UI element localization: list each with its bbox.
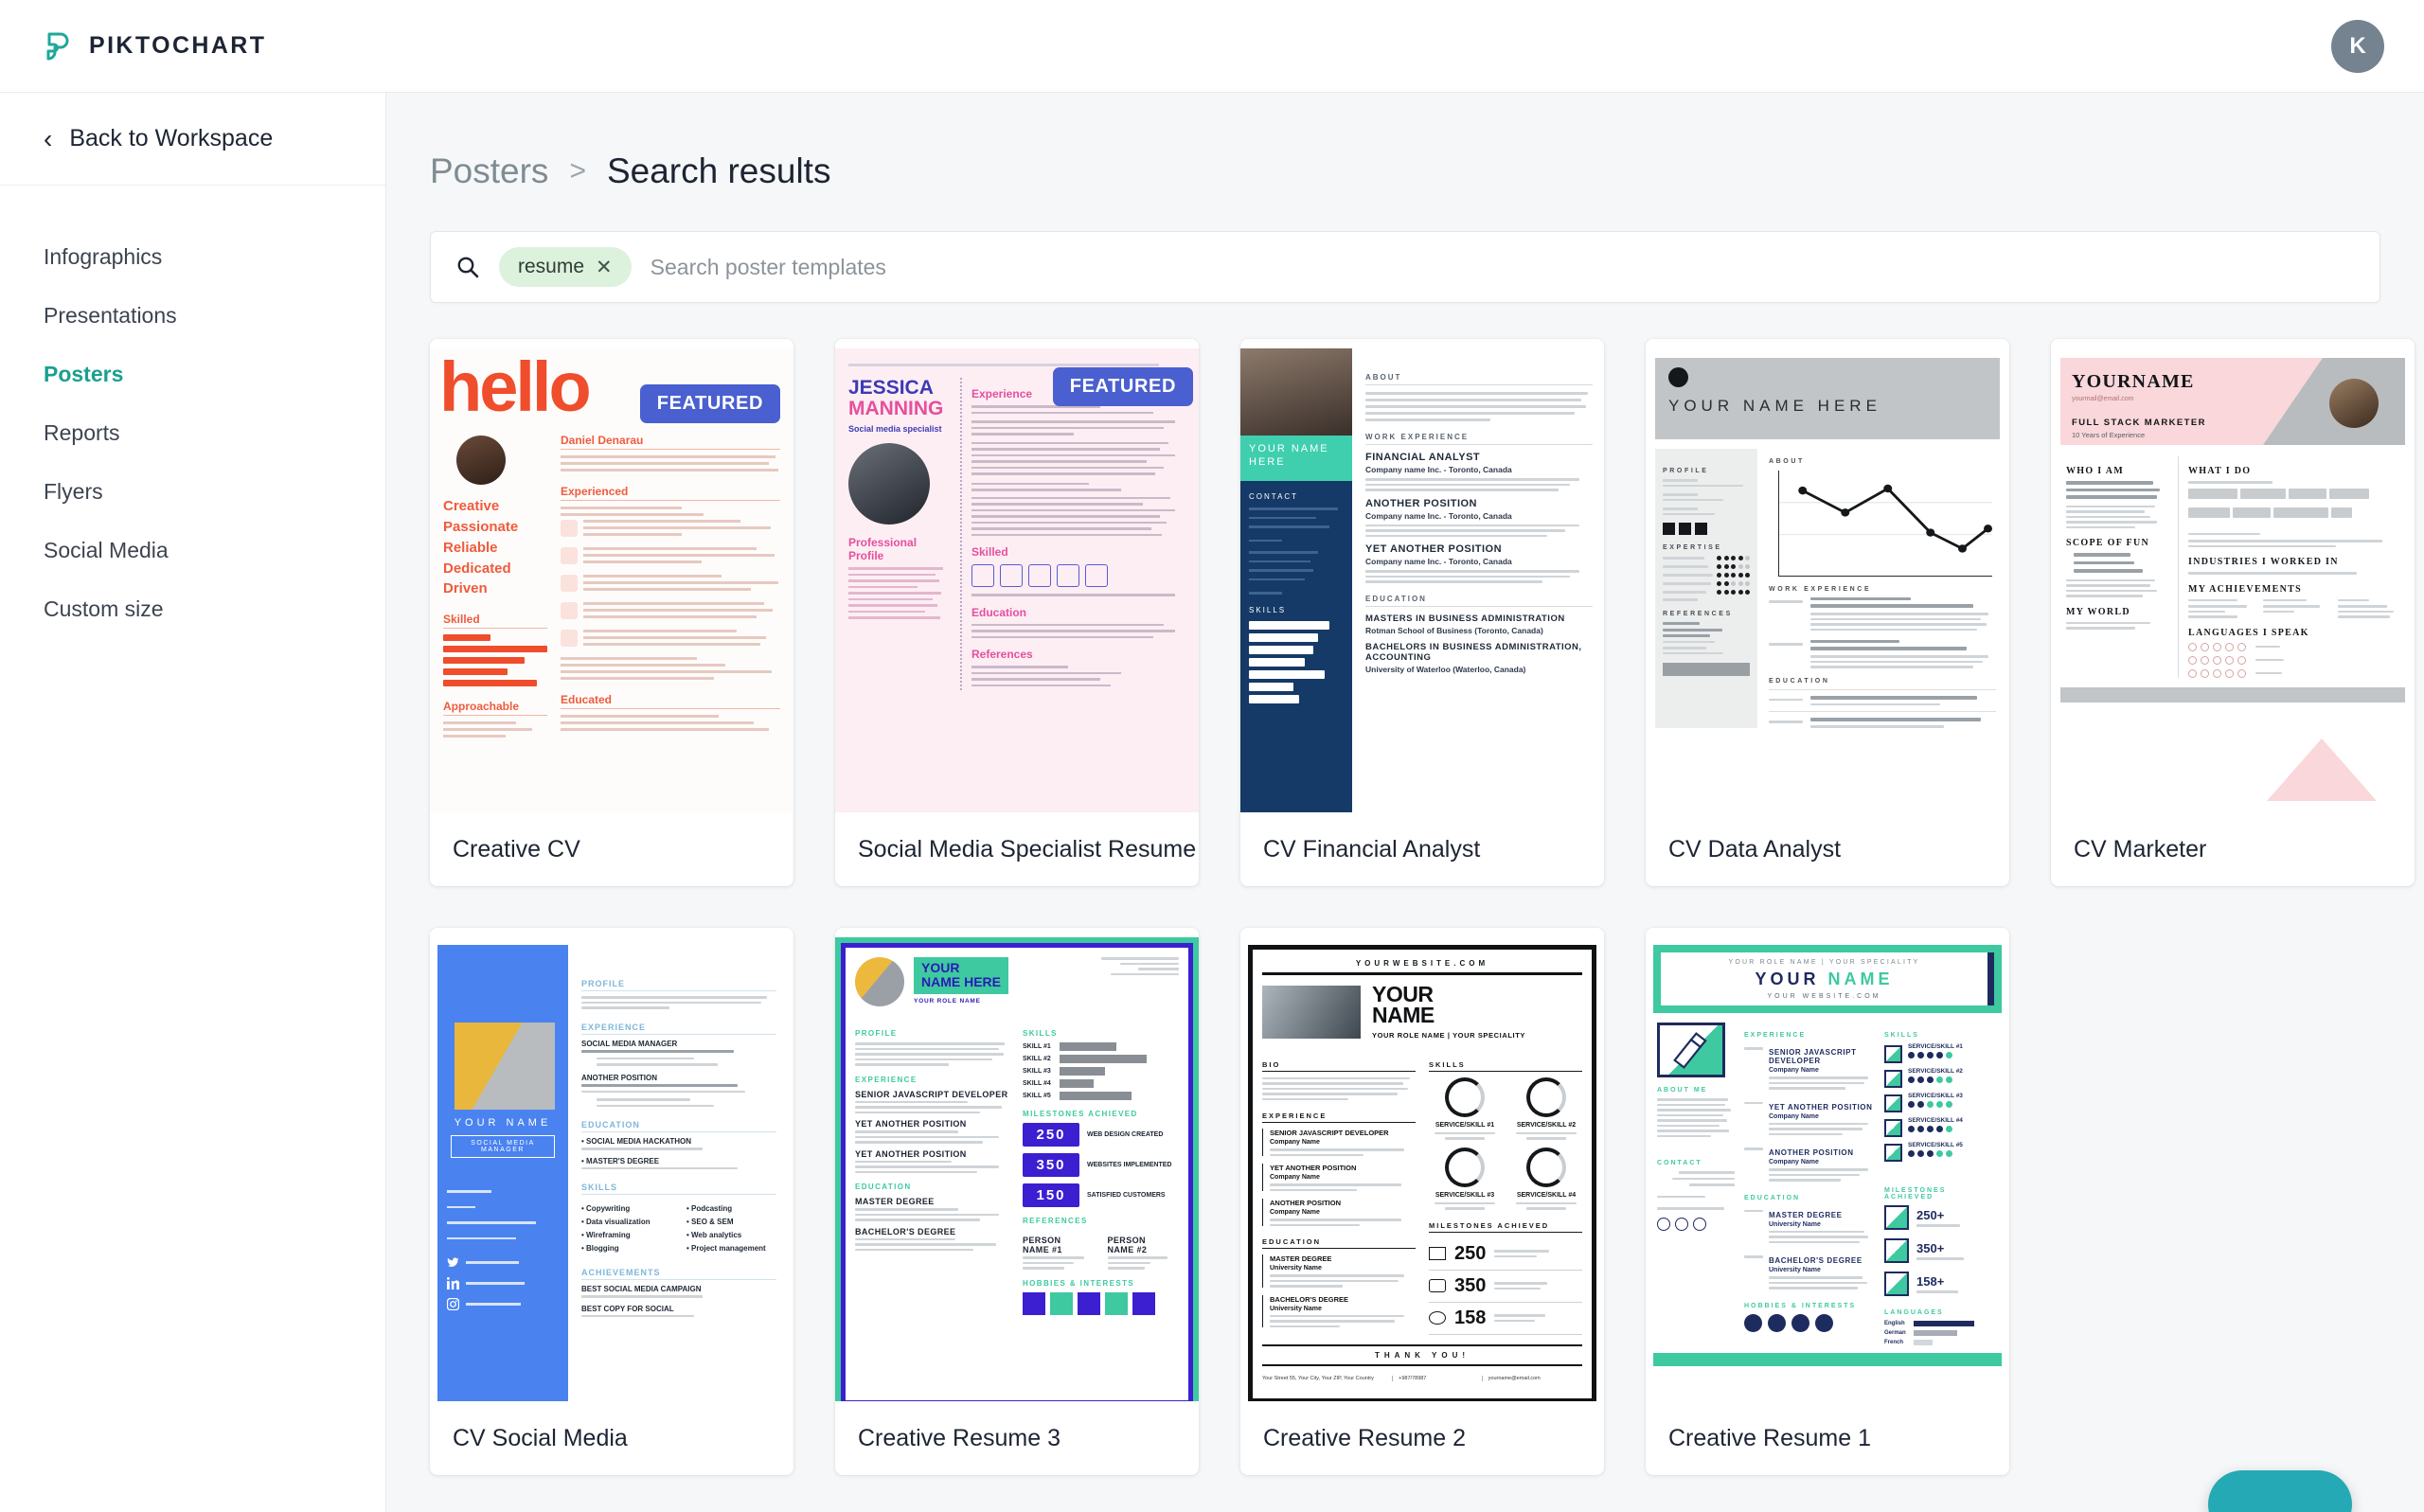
sidebar-item-posters[interactable]: Posters	[0, 345, 385, 403]
sidebar-item-label: Infographics	[44, 243, 163, 269]
template-card[interactable]: YOUR NAME HERE CONTACT SKILLS ABOUT WORK…	[1240, 339, 1604, 886]
featured-badge: FEATURED	[639, 384, 780, 423]
close-icon[interactable]: ✕	[596, 258, 613, 277]
sidebar-item-reports[interactable]: Reports	[0, 403, 385, 462]
chip-label: resume	[518, 256, 585, 277]
template-art-creative-resume-1: YOUR ROLE NAME | YOUR SPECIALITY YOUR NA…	[1646, 937, 2009, 1401]
template-thumbnail: FEATURED JESSICA MANNING Social media spe…	[835, 339, 1199, 812]
sidebar-item-label: Reports	[44, 419, 120, 445]
template-art-cv-marketer: YOURNAME yourmail@email.com FULL STACK M…	[2051, 348, 2415, 812]
template-card[interactable]: YOUR NAME SOCIAL MEDIA MANAGER PROFILE E…	[430, 928, 793, 1475]
template-thumbnail: YOUR NAME SOCIAL MEDIA MANAGER PROFILE E…	[430, 928, 793, 1401]
sidebar-item-label: Presentations	[44, 302, 177, 328]
sidebar-item-flyers[interactable]: Flyers	[0, 462, 385, 521]
template-title: CV Data Analyst	[1668, 835, 1842, 863]
template-title: Creative CV	[453, 835, 580, 863]
back-to-workspace-label: Back to Workspace	[69, 125, 274, 151]
template-title: CV Financial Analyst	[1263, 835, 1481, 863]
template-title: CV Social Media	[453, 1424, 628, 1451]
template-card[interactable]: YOURNAME yourmail@email.com FULL STACK M…	[2051, 339, 2415, 886]
template-thumbnail: YOUR NAME HERE YOUR ROLE NAME PROFILE EX…	[835, 928, 1199, 1401]
template-art-cv-financial-analyst: YOUR NAME HERE CONTACT SKILLS ABOUT WORK…	[1240, 348, 1604, 812]
template-card[interactable]: YOUR NAME HERE PROFILE EXPERTISE REFEREN…	[1646, 339, 2009, 886]
breadcrumb-root[interactable]: Posters	[430, 151, 548, 191]
sidebar-item-label: Flyers	[44, 478, 103, 504]
brand-name: PIKTOCHART	[89, 32, 267, 59]
template-grid: FEATURED hello Creative Passionate Reliabl…	[430, 339, 2424, 1475]
template-art-social-media-specialist: JESSICA MANNING Social media specialist P…	[835, 348, 1199, 812]
template-art-cv-social-media: YOUR NAME SOCIAL MEDIA MANAGER PROFILE E…	[430, 937, 793, 1401]
template-card[interactable]: YOUR NAME HERE YOUR ROLE NAME PROFILE EX…	[835, 928, 1199, 1475]
template-thumbnail: YOUR ROLE NAME | YOUR SPECIALITY YOUR NA…	[1646, 928, 2009, 1401]
piktochart-icon	[42, 30, 74, 62]
sidebar-item-label: Posters	[44, 361, 124, 386]
main-content: Posters > Search results resume ✕ Search…	[386, 93, 2424, 1512]
back-to-workspace-button[interactable]: ‹ Back to Workspace	[0, 93, 385, 186]
search-icon	[455, 255, 480, 279]
sidebar-nav: Infographics Presentations Posters Repor…	[0, 186, 385, 638]
template-thumbnail: YOURWEBSITE.COM YOUR NAME YOUR ROLE NAME …	[1240, 928, 1604, 1401]
template-thumbnail: FEATURED hello Creative Passionate Reliabl…	[430, 339, 793, 812]
sidebar: ‹ Back to Workspace Infographics Present…	[0, 93, 386, 1512]
template-title: Social Media Specialist Resume	[858, 835, 1197, 863]
sidebar-item-presentations[interactable]: Presentations	[0, 286, 385, 345]
template-card[interactable]: YOURWEBSITE.COM YOUR NAME YOUR ROLE NAME …	[1240, 928, 1604, 1475]
sidebar-item-label: Custom size	[44, 596, 164, 621]
template-card[interactable]: YOUR ROLE NAME | YOUR SPECIALITY YOUR NA…	[1646, 928, 2009, 1475]
breadcrumb-separator-icon: >	[569, 155, 586, 187]
template-title: CV Marketer	[2074, 835, 2207, 863]
template-card[interactable]: FEATURED hello Creative Passionate Reliabl…	[430, 339, 793, 886]
search-input[interactable]: Search poster templates	[651, 255, 886, 280]
template-title: Creative Resume 2	[1263, 1424, 1466, 1451]
search-bar[interactable]: resume ✕ Search poster templates	[430, 231, 2380, 303]
template-title: Creative Resume 1	[1668, 1424, 1871, 1451]
template-art-creative-resume-2: YOURWEBSITE.COM YOUR NAME YOUR ROLE NAME …	[1240, 937, 1604, 1401]
breadcrumb: Posters > Search results	[430, 151, 2424, 191]
template-thumbnail: YOUR NAME HERE PROFILE EXPERTISE REFEREN…	[1646, 339, 2009, 812]
chevron-left-icon: ‹	[44, 123, 53, 153]
template-thumbnail: YOURNAME yourmail@email.com FULL STACK M…	[2051, 339, 2415, 812]
avatar[interactable]: K	[2331, 19, 2384, 73]
template-thumbnail: YOUR NAME HERE CONTACT SKILLS ABOUT WORK…	[1240, 339, 1604, 812]
template-art-creative-resume-3: YOUR NAME HERE YOUR ROLE NAME PROFILE EX…	[835, 937, 1199, 1401]
template-title: Creative Resume 3	[858, 1424, 1060, 1451]
sidebar-item-label: Social Media	[44, 537, 169, 562]
breadcrumb-current: Search results	[606, 151, 831, 190]
search-filter-chip[interactable]: resume ✕	[499, 247, 632, 287]
sidebar-item-infographics[interactable]: Infographics	[0, 227, 385, 286]
template-art-cv-data-analyst: YOUR NAME HERE PROFILE EXPERTISE REFEREN…	[1646, 348, 2009, 812]
featured-badge: FEATURED	[1052, 367, 1193, 406]
template-card[interactable]: FEATURED JESSICA MANNING Social media spe…	[835, 339, 1199, 886]
sidebar-item-social-media[interactable]: Social Media	[0, 521, 385, 579]
sidebar-item-custom-size[interactable]: Custom size	[0, 579, 385, 638]
brand-logo[interactable]: PIKTOCHART	[42, 30, 266, 62]
create-new-fab[interactable]	[2208, 1470, 2352, 1512]
top-bar: PIKTOCHART K	[0, 0, 2424, 93]
